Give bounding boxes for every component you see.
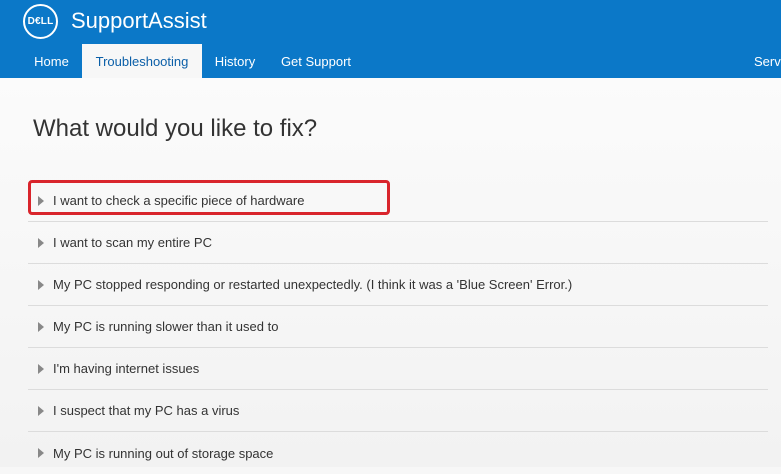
tab-history[interactable]: History	[207, 44, 263, 78]
app-header: D€LL SupportAssist Home Troubleshooting …	[0, 0, 781, 78]
tab-get-support[interactable]: Get Support	[273, 44, 359, 78]
issue-item-virus[interactable]: I suspect that my PC has a virus	[28, 390, 768, 432]
expand-arrow-icon	[38, 405, 44, 416]
issue-item-label: My PC stopped responding or restarted un…	[53, 277, 573, 292]
issue-item-scan-pc[interactable]: I want to scan my entire PC	[28, 222, 768, 264]
expand-arrow-icon	[38, 448, 44, 458]
dell-logo: D€LL	[23, 4, 58, 39]
issue-item-blue-screen[interactable]: My PC stopped responding or restarted un…	[28, 264, 768, 306]
issue-item-label: My PC is running out of storage space	[53, 445, 274, 461]
issue-item-label: I want to scan my entire PC	[53, 235, 212, 250]
expand-arrow-icon	[38, 237, 44, 248]
issue-item-slow-pc[interactable]: My PC is running slower than it used to	[28, 306, 768, 348]
tab-home[interactable]: Home	[23, 44, 80, 78]
tab-services[interactable]: Serv	[754, 44, 781, 78]
highlight-box	[28, 180, 390, 215]
issue-item-label: I suspect that my PC has a virus	[53, 403, 240, 418]
expand-arrow-icon	[38, 279, 44, 290]
issue-item-label: I'm having internet issues	[53, 361, 200, 376]
issue-item-label: My PC is running slower than it used to	[53, 319, 279, 334]
page-title: What would you like to fix?	[33, 115, 318, 142]
issue-item-storage[interactable]: My PC is running out of storage space	[28, 432, 768, 474]
issue-item-internet[interactable]: I'm having internet issues	[28, 348, 768, 390]
expand-arrow-icon	[38, 321, 44, 332]
tab-troubleshooting[interactable]: Troubleshooting	[82, 44, 202, 78]
app-title: SupportAssist	[71, 8, 207, 33]
expand-arrow-icon	[38, 363, 44, 374]
